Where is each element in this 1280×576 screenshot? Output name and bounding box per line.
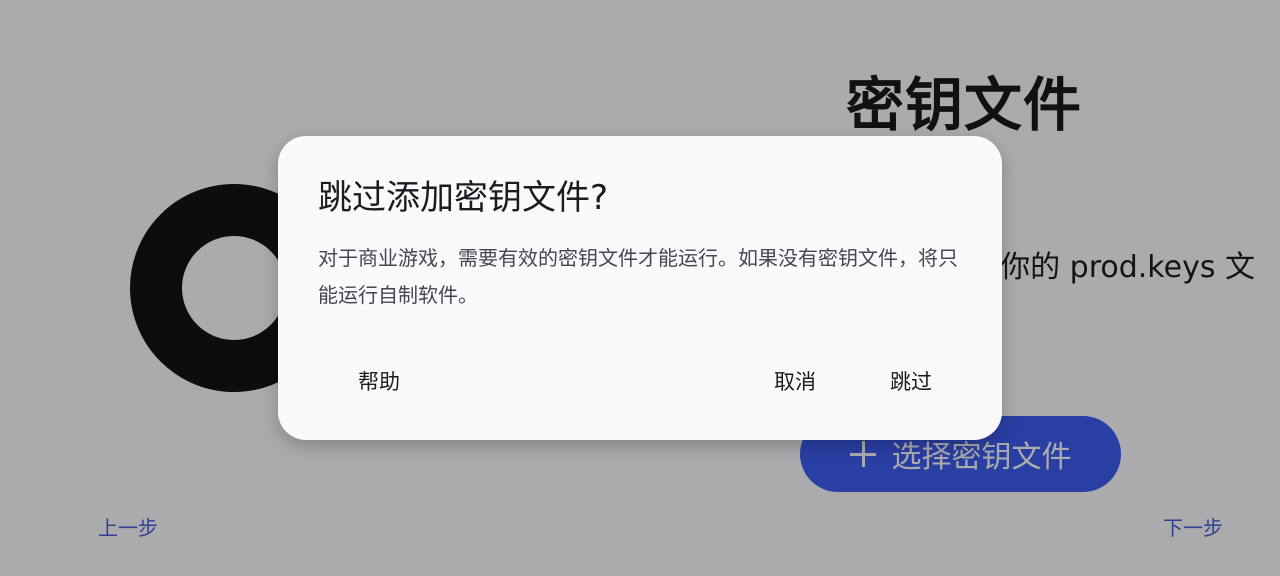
dialog-actions: 帮助 取消 跳过 [278, 358, 1002, 404]
skip-button[interactable]: 跳过 [890, 366, 932, 396]
screen: 密钥文件 你的 prod.keys 文 选择密钥文件 上一步 下一步 跳过添加密… [0, 0, 1280, 576]
help-button[interactable]: 帮助 [358, 366, 400, 396]
skip-keys-dialog: 跳过添加密钥文件? 对于商业游戏，需要有效的密钥文件才能运行。如果没有密钥文件，… [278, 136, 1002, 440]
dialog-title: 跳过添加密钥文件? [318, 178, 609, 218]
dialog-message: 对于商业游戏，需要有效的密钥文件才能运行。如果没有密钥文件，将只能运行自制软件。 [318, 246, 958, 307]
cancel-button[interactable]: 取消 [774, 366, 816, 396]
